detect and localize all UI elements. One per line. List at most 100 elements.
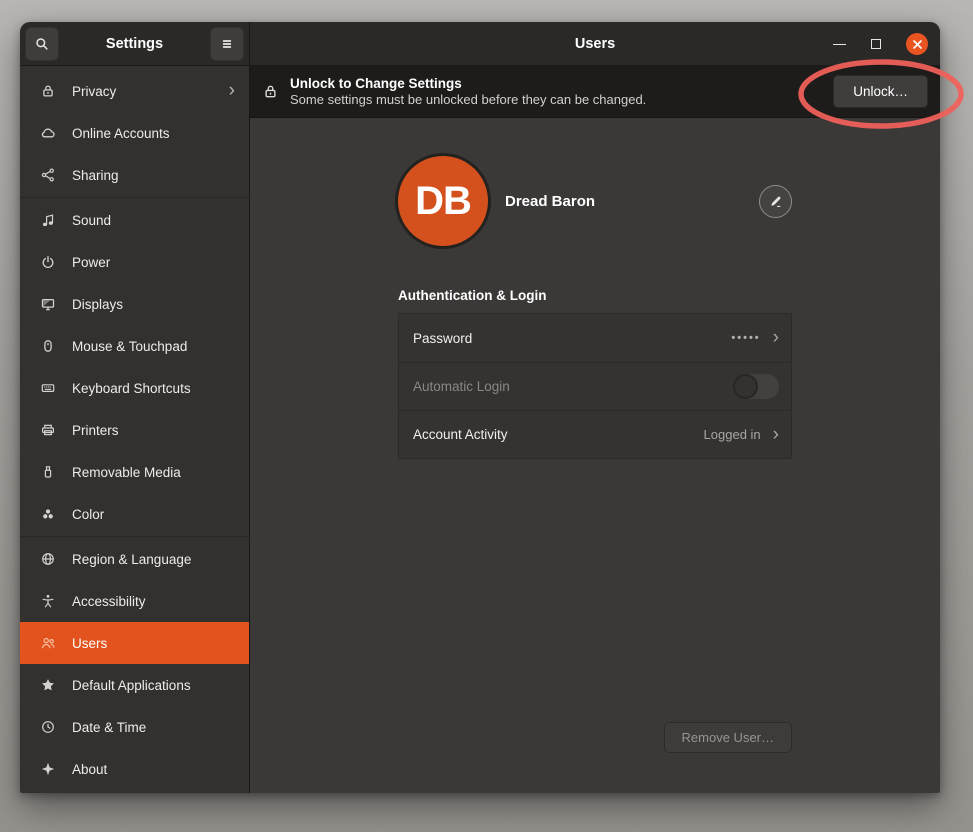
- search-icon: [34, 36, 50, 52]
- color-circles-icon: [40, 506, 56, 522]
- chevron-right-icon: ›: [773, 428, 779, 442]
- mouse-icon: [40, 338, 56, 354]
- user-row: DB Dread Baron: [398, 156, 792, 246]
- sidebar-item-label: Sharing: [72, 168, 119, 183]
- password-dots: •••••: [731, 332, 760, 344]
- lock-icon: [40, 83, 56, 99]
- page-title: Users: [575, 36, 615, 52]
- cloud-icon: [40, 125, 56, 141]
- main-headerbar[interactable]: Users: [250, 22, 940, 66]
- sidebar-item-accessibility[interactable]: Accessibility: [20, 580, 249, 622]
- share-nodes-icon: [40, 167, 56, 183]
- minimize-button[interactable]: [833, 44, 846, 45]
- settings-sidebar: Privacy › Online Accounts Sharing Sound …: [20, 66, 249, 793]
- pencil-icon: [768, 194, 783, 209]
- row-label: Automatic Login: [413, 379, 510, 394]
- sidebar-item-default-applications[interactable]: Default Applications: [20, 664, 249, 706]
- sidebar-item-printers[interactable]: Printers: [20, 409, 249, 451]
- sidebar-item-label: Printers: [72, 423, 119, 438]
- sidebar-item-displays[interactable]: Displays: [20, 283, 249, 325]
- sidebar-item-removable-media[interactable]: Removable Media: [20, 451, 249, 493]
- sidebar-item-keyboard-shortcuts[interactable]: Keyboard Shortcuts: [20, 367, 249, 409]
- account-activity-value: Logged in: [704, 427, 761, 442]
- sidebar-item-region-language[interactable]: Region & Language: [20, 538, 249, 580]
- users-icon: [40, 635, 56, 651]
- remove-user-button[interactable]: Remove User…: [664, 722, 792, 753]
- sidebar-item-label: Privacy: [72, 84, 116, 99]
- sidebar-item-label: Removable Media: [72, 465, 181, 480]
- sidebar-item-users[interactable]: Users: [20, 622, 249, 664]
- user-name: Dread Baron: [505, 193, 595, 210]
- sidebar-separator: [20, 536, 249, 537]
- account-activity-row[interactable]: Account Activity Logged in ›: [399, 410, 791, 458]
- banner-subtitle: Some settings must be unlocked before th…: [290, 92, 646, 107]
- maximize-button[interactable]: [871, 39, 881, 49]
- search-button[interactable]: [25, 27, 59, 61]
- chevron-right-icon: ›: [229, 83, 235, 99]
- star-icon: [40, 677, 56, 693]
- row-label: Account Activity: [413, 427, 508, 442]
- sidebar-item-label: Mouse & Touchpad: [72, 339, 187, 354]
- password-row[interactable]: Password ••••• ›: [399, 314, 791, 362]
- printer-icon: [40, 422, 56, 438]
- sidebar-separator: [20, 197, 249, 198]
- sidebar-item-date-time[interactable]: Date & Time: [20, 706, 249, 748]
- sidebar-item-label: Online Accounts: [72, 126, 170, 141]
- sparkle-icon: [40, 761, 56, 777]
- sidebar-item-label: Sound: [72, 213, 111, 228]
- close-button[interactable]: [906, 33, 928, 55]
- flash-drive-icon: [40, 464, 56, 480]
- toggle-knob: [733, 374, 758, 399]
- sidebar-item-label: Displays: [72, 297, 123, 312]
- remove-user-row: Remove User…: [398, 722, 792, 753]
- sidebar-item-sharing[interactable]: Sharing: [20, 154, 249, 196]
- menu-button[interactable]: [210, 27, 244, 61]
- music-notes-icon: [40, 212, 56, 228]
- sidebar-item-power[interactable]: Power: [20, 241, 249, 283]
- row-accessories: Logged in ›: [704, 427, 779, 442]
- edit-name-button[interactable]: [759, 185, 792, 218]
- settings-window: Settings Privacy › Online Accounts Shari…: [20, 22, 940, 793]
- globe-icon: [40, 551, 56, 567]
- window-controls: [833, 22, 928, 66]
- sidebar-item-privacy[interactable]: Privacy ›: [20, 70, 249, 112]
- keyboard-icon: [40, 380, 56, 396]
- left-pane: Settings Privacy › Online Accounts Shari…: [20, 22, 250, 793]
- automatic-login-row: Automatic Login: [399, 362, 791, 410]
- sidebar-item-label: About: [72, 762, 107, 777]
- app-title: Settings: [106, 36, 163, 52]
- sidebar-item-label: Date & Time: [72, 720, 146, 735]
- display-icon: [40, 296, 56, 312]
- sidebar-item-sound[interactable]: Sound: [20, 199, 249, 241]
- sidebar-item-color[interactable]: Color: [20, 493, 249, 535]
- sidebar-item-label: Default Applications: [72, 678, 191, 693]
- row-accessories: ••••• ›: [731, 331, 779, 345]
- clock-icon: [40, 719, 56, 735]
- sidebar-item-label: Color: [72, 507, 104, 522]
- sidebar-item-about[interactable]: About: [20, 748, 249, 790]
- main-pane: Users Unlock to Change Settings Some set…: [250, 22, 940, 793]
- users-panel: DB Dread Baron Authentication & Login Pa…: [250, 118, 940, 793]
- row-label: Password: [413, 331, 472, 346]
- banner-title: Unlock to Change Settings: [290, 76, 646, 91]
- sidebar-item-label: Power: [72, 255, 110, 270]
- sidebar-item-label: Region & Language: [72, 552, 191, 567]
- accessibility-person-icon: [40, 593, 56, 609]
- lock-icon: [262, 83, 279, 100]
- power-icon: [40, 254, 56, 270]
- hamburger-menu-icon: [219, 36, 235, 52]
- auth-heading: Authentication & Login: [398, 288, 792, 303]
- avatar: DB: [398, 156, 488, 246]
- close-icon: [912, 39, 923, 50]
- sidebar-item-label: Accessibility: [72, 594, 146, 609]
- row-accessories: [733, 374, 779, 399]
- user-column: DB Dread Baron Authentication & Login Pa…: [398, 156, 792, 459]
- sidebar-item-online-accounts[interactable]: Online Accounts: [20, 112, 249, 154]
- auth-list: Password ••••• › Automatic Login Ac: [398, 313, 792, 459]
- automatic-login-toggle[interactable]: [733, 374, 779, 399]
- chevron-right-icon: ›: [773, 331, 779, 345]
- sidebar-item-mouse-touchpad[interactable]: Mouse & Touchpad: [20, 325, 249, 367]
- left-headerbar[interactable]: Settings: [20, 22, 249, 66]
- unlock-button[interactable]: Unlock…: [833, 75, 928, 108]
- sidebar-item-label: Keyboard Shortcuts: [72, 381, 191, 396]
